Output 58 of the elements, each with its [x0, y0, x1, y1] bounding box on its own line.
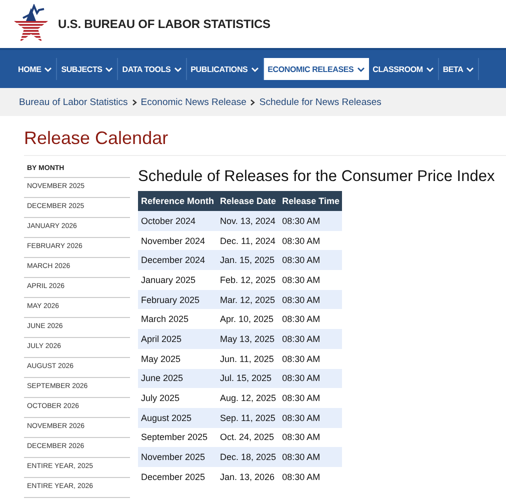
table-cell: May 13, 2025 — [217, 329, 280, 349]
table-cell: November 2024 — [138, 230, 218, 250]
breadcrumb-link[interactable]: Economic News Release — [140, 96, 246, 108]
table-cell: Dec. 11, 2024 — [217, 230, 280, 250]
table-cell: 08:30 AM — [279, 428, 342, 448]
column-header: Release Time — [279, 191, 342, 211]
table-cell: 08:30 AM — [279, 447, 342, 467]
table-cell: Oct. 24, 2025 — [217, 428, 280, 448]
table-title: Schedule of Releases for the Consumer Price Index — [138, 168, 495, 186]
chevron-down-icon — [44, 66, 52, 72]
table-cell: January 2025 — [138, 270, 218, 290]
table-cell: 08:30 AM — [279, 388, 342, 408]
chevron-right-icon — [250, 98, 256, 106]
agency-name: U.S. BUREAU OF LABOR STATISTICS — [58, 17, 270, 31]
table-cell: October 2024 — [138, 211, 218, 231]
breadcrumb-link[interactable]: Schedule for News Releases — [259, 96, 382, 108]
table-cell: 08:30 AM — [279, 368, 342, 388]
table-cell: 08:30 AM — [279, 408, 342, 428]
table-cell: 08:30 AM — [279, 211, 342, 231]
nav-item[interactable]: ECONOMIC RELEASES — [264, 58, 369, 80]
table-cell: August 2025 — [138, 408, 218, 428]
table-cell: December 2024 — [138, 250, 218, 270]
table-cell: 08:30 AM — [279, 270, 342, 290]
table-cell: November 2025 — [138, 447, 218, 467]
nav-item[interactable]: SUBJECTS — [57, 58, 118, 80]
table-cell: Nov. 13, 2024 — [217, 211, 280, 231]
table-cell: April 2025 — [138, 329, 218, 349]
chevron-down-icon — [356, 66, 365, 72]
table-cell: Aug. 12, 2025 — [217, 388, 280, 408]
table-cell: 08:30 AM — [279, 329, 342, 349]
table-cell: Jul. 15, 2025 — [217, 368, 280, 388]
chevron-down-icon — [105, 66, 114, 72]
nav-item[interactable]: DATA TOOLS — [118, 58, 187, 80]
star-logo-icon — [14, 4, 48, 44]
table-cell: 08:30 AM — [279, 290, 342, 310]
table-cell: Feb. 12, 2025 — [217, 270, 280, 290]
table-cell: Jan. 15, 2025 — [217, 250, 280, 270]
table-cell: February 2025 — [138, 290, 218, 310]
chevron-down-icon — [174, 66, 182, 72]
table-cell: September 2025 — [138, 428, 218, 448]
table-cell: July 2025 — [138, 388, 218, 408]
breadcrumb-link[interactable]: Bureau of Labor Statistics — [19, 96, 128, 108]
page-title: Release Calendar — [24, 128, 506, 156]
table-cell: June 2025 — [138, 368, 218, 388]
nav-item[interactable]: HOME — [14, 58, 58, 80]
nav-item[interactable]: BETA — [438, 58, 480, 80]
chevron-down-icon — [250, 66, 259, 72]
chevron-down-icon — [466, 66, 474, 72]
table-cell: Mar. 12, 2025 — [217, 290, 280, 310]
chevron-down-icon — [426, 66, 434, 72]
column-header: Reference Month — [138, 191, 218, 211]
column-header: Release Date — [217, 191, 280, 211]
table-cell: 08:30 AM — [279, 230, 342, 250]
nav-item[interactable]: CLASSROOM — [368, 58, 439, 80]
chevron-right-icon — [132, 98, 137, 106]
table-cell: Sep. 11, 2025 — [217, 408, 280, 428]
table-cell: Dec. 18, 2025 — [217, 447, 280, 467]
table-cell: 08:30 AM — [279, 250, 342, 270]
